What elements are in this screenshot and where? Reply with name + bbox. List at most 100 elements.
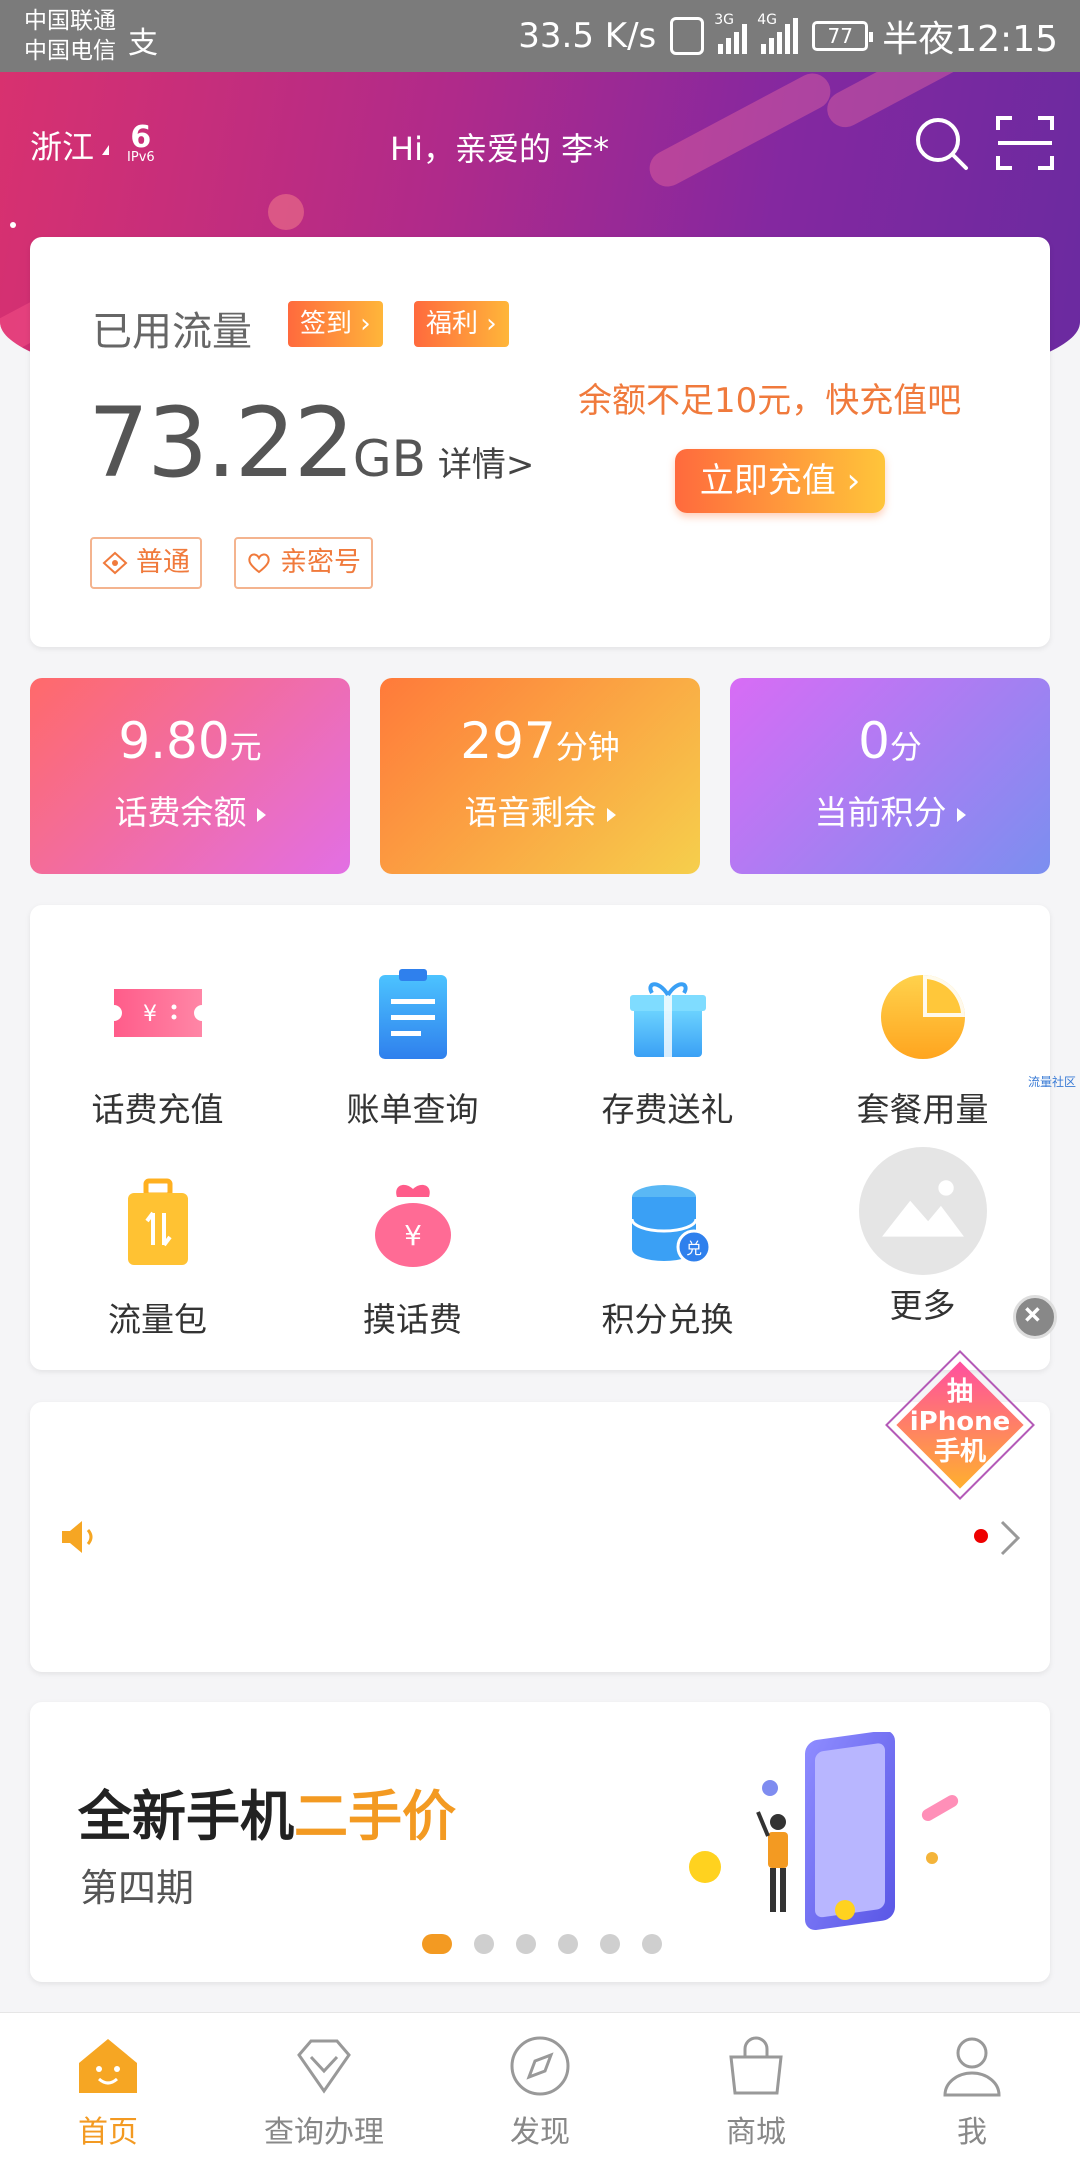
svg-text:兑: 兑: [685, 1239, 701, 1258]
shopping-bag-icon: [729, 2036, 783, 2095]
service-gift[interactable]: 存费送礼: [540, 965, 795, 1131]
balance-value: 9.80元: [30, 712, 350, 770]
promo-line-3: 手机: [933, 1437, 986, 1467]
diamond-icon: [297, 2039, 351, 2094]
carousel-dot[interactable]: [474, 1934, 494, 1954]
points-label: 当前积分: [730, 786, 1050, 834]
gift-icon: [629, 982, 706, 1057]
unread-dot: [974, 1529, 988, 1543]
carousel-dot[interactable]: [600, 1934, 620, 1954]
promo-line-1: 抽: [946, 1377, 973, 1407]
usage-unit: GB: [352, 430, 426, 488]
battery-icon: 77: [812, 21, 874, 51]
scan-icon[interactable]: [994, 112, 1056, 174]
bottom-nav: 首页 查询办理 发现 商城 我: [0, 2012, 1080, 2160]
carrier-2: 中国电信: [24, 38, 116, 64]
signal-icon-2: 4G: [757, 12, 799, 54]
clock: 半夜12:15: [882, 19, 1058, 60]
search-icon[interactable]: [910, 112, 972, 174]
rank-icon: [102, 551, 128, 575]
bill-icon: [378, 969, 447, 1059]
voice-amount: 297: [460, 712, 556, 770]
service-package[interactable]: 套餐用量: [795, 965, 1050, 1131]
service-recharge[interactable]: ¥ 话费充值: [30, 965, 285, 1131]
recharge-now-button[interactable]: 立即充值 ›: [675, 449, 885, 513]
carousel-dot[interactable]: [558, 1934, 578, 1954]
close-icon[interactable]: [1013, 1295, 1057, 1339]
data-usage-card: 已用流量 签到 › 福利 › 73.22GB 详情> 普通 亲密号 余额不足10元…: [30, 237, 1050, 647]
balance-warning: 余额不足10元，快充值吧: [578, 381, 962, 421]
points-amount: 0: [858, 712, 890, 770]
points-card[interactable]: 0分 当前积分: [730, 678, 1050, 874]
carrier-info: 中国联通 中国电信: [24, 6, 116, 66]
tab-discover[interactable]: 发现: [432, 2031, 648, 2151]
phone-illustration-icon: [689, 1732, 959, 1931]
points-unit: 分: [889, 728, 922, 766]
badge-family[interactable]: 亲密号: [234, 537, 373, 589]
usage-amount: 73.22GB 详情>: [88, 387, 534, 499]
tab-home-label: 首页: [78, 2115, 138, 2150]
region-selector[interactable]: 浙江 6 IPv6: [30, 122, 155, 168]
compass-icon: [510, 2036, 570, 2096]
home-icon: [79, 2039, 137, 2093]
balance-card[interactable]: 9.80元 话费余额: [30, 678, 350, 874]
status-indicators: 33.5 K/s 3G 4G 77 半夜12:15: [518, 8, 1058, 64]
promo-line-2: iPhone: [909, 1407, 1011, 1437]
iphone-lottery-badge[interactable]: 抽 iPhone 手机: [880, 1345, 1040, 1505]
badge-normal-label: 普通: [136, 547, 190, 578]
tab-mall[interactable]: 商城: [648, 2031, 864, 2151]
service-more[interactable]: 更多: [795, 1147, 1050, 1327]
usage-value: 73.22: [88, 387, 355, 499]
alipay-icon: 支: [128, 26, 158, 61]
welfare-button[interactable]: 福利 ›: [414, 301, 509, 347]
community-side-label[interactable]: 流量社区: [1028, 1073, 1076, 1090]
chevron-right-icon[interactable]: [998, 1518, 1022, 1558]
tab-me[interactable]: 我: [864, 2031, 1080, 2151]
net-speed: 33.5 K/s: [518, 16, 657, 56]
voice-unit: 分钟: [555, 728, 620, 766]
service-points-exchange-label: 积分兑换: [601, 1300, 734, 1339]
points-value: 0分: [730, 712, 1050, 770]
region-label: 浙江: [30, 128, 95, 166]
balance-label: 话费余额: [30, 786, 350, 834]
voice-value: 297分钟: [380, 712, 700, 770]
voice-label: 语音剩余: [380, 786, 700, 834]
promo-title: 全新手机二手价: [78, 1772, 456, 1851]
promo-banner[interactable]: 全新手机二手价 第四期: [30, 1702, 1050, 1982]
luggage-icon: [127, 1178, 188, 1265]
badge-normal[interactable]: 普通: [90, 537, 202, 589]
service-touch-fee[interactable]: ¥ 摸话费: [285, 1175, 540, 1341]
ipv6-label: IPv6: [127, 150, 155, 165]
svg-text:¥: ¥: [143, 1002, 157, 1027]
tab-query[interactable]: 查询办理: [216, 2031, 432, 2151]
usage-detail-link[interactable]: 详情>: [438, 445, 535, 485]
carousel-dot[interactable]: [422, 1934, 452, 1954]
service-data-pack-label: 流量包: [108, 1300, 207, 1339]
image-placeholder-icon: [858, 1147, 987, 1275]
service-more-label: 更多: [889, 1286, 956, 1325]
caret-icon: [102, 145, 110, 155]
services-grid: ¥ 话费充值 账单查询 存费送礼 套餐用量 流量包 ¥ 摸话费 兑 积分兑换 更…: [30, 905, 1050, 1370]
balance-amount: 9.80: [118, 712, 230, 770]
signal-type-2: 4G: [757, 12, 778, 28]
money-bag-icon: ¥: [374, 1184, 451, 1267]
carousel-dot[interactable]: [642, 1934, 662, 1954]
carousel-dots: [422, 1934, 662, 1954]
service-points-exchange[interactable]: 兑 积分兑换: [540, 1175, 795, 1341]
service-gift-label: 存费送礼: [601, 1090, 734, 1129]
tab-query-label: 查询办理: [264, 2115, 384, 2150]
tab-home[interactable]: 首页: [0, 2031, 216, 2151]
service-package-label: 套餐用量: [856, 1090, 989, 1129]
service-bill[interactable]: 账单查询: [285, 965, 540, 1131]
carousel-dot[interactable]: [516, 1934, 536, 1954]
balance-unit: 元: [229, 728, 262, 766]
tab-me-label: 我: [957, 2115, 987, 2150]
svg-text:¥: ¥: [404, 1219, 422, 1252]
badge-family-label: 亲密号: [280, 547, 361, 578]
promo-title-part1: 全新手机: [78, 1785, 294, 1848]
service-data-pack[interactable]: 流量包: [30, 1175, 285, 1341]
voice-card[interactable]: 297分钟 语音剩余: [380, 678, 700, 874]
carrier-1: 中国联通: [24, 8, 116, 34]
signin-button[interactable]: 签到 ›: [288, 301, 383, 347]
heart-icon: [248, 553, 270, 574]
